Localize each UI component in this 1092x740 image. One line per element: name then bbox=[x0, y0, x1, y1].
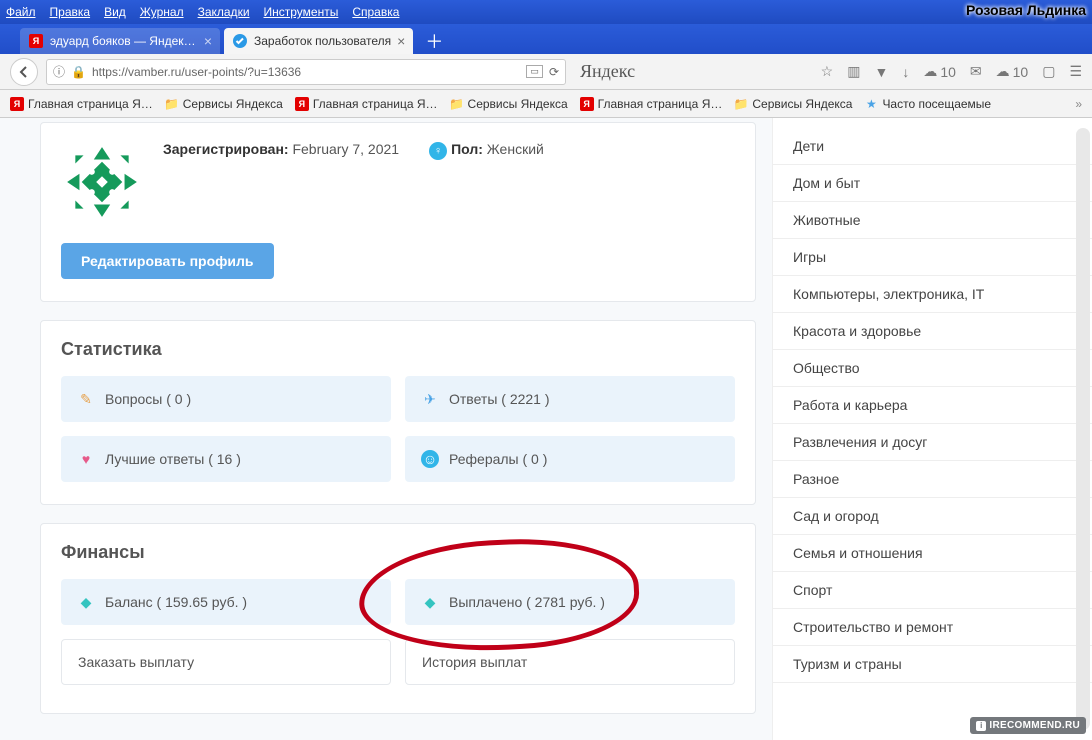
menu-view[interactable]: Вид bbox=[104, 5, 126, 19]
profile-card: Зарегистрирован: February 7, 2021 ♀Пол: … bbox=[40, 122, 756, 302]
heart-icon: ♥ bbox=[77, 450, 95, 468]
tab-vamber-earnings[interactable]: Заработок пользователя × bbox=[224, 28, 413, 54]
menu-bookmarks[interactable]: Закладки bbox=[198, 5, 250, 19]
close-icon[interactable]: × bbox=[204, 33, 212, 49]
folder-icon: 📁 bbox=[450, 97, 464, 111]
menu-help[interactable]: Справка bbox=[352, 5, 399, 19]
gender-label: Пол: bbox=[451, 141, 483, 157]
bookmark-star-icon[interactable]: ☆ bbox=[821, 63, 834, 80]
sidebar-item[interactable]: Сад и огород bbox=[773, 498, 1092, 535]
sidebar-item[interactable]: Красота и здоровье bbox=[773, 313, 1092, 350]
bookmark-item[interactable]: ЯГлавная страница Я… bbox=[10, 97, 153, 111]
cloud-counter-1[interactable]: ☁10 bbox=[923, 63, 956, 80]
bookmark-item[interactable]: ЯГлавная страница Я… bbox=[580, 97, 723, 111]
stat-answers[interactable]: ✈Ответы ( 2221 ) bbox=[405, 376, 735, 422]
sidebar-item[interactable]: Дети bbox=[773, 128, 1092, 165]
tab-strip: Я эдуард бояков — Яндекс: н… × Заработок… bbox=[0, 24, 1092, 54]
bookmark-item[interactable]: ★Часто посещаемые bbox=[864, 97, 991, 111]
bookmarks-bar: ЯГлавная страница Я… 📁Сервисы Яндекса ЯГ… bbox=[0, 90, 1092, 118]
finance-order-payout[interactable]: Заказать выплату bbox=[61, 639, 391, 685]
cloud-counter-2[interactable]: ☁10 bbox=[996, 63, 1029, 80]
search-engine-label[interactable]: Яндекс bbox=[580, 61, 635, 82]
question-icon: ✎ bbox=[77, 390, 95, 408]
library-icon[interactable]: ▥ bbox=[847, 63, 860, 80]
star-icon: ★ bbox=[864, 97, 878, 111]
hamburger-menu-icon[interactable]: ☰ bbox=[1069, 63, 1082, 80]
finance-balance[interactable]: ◆Баланс ( 159.65 руб. ) bbox=[61, 579, 391, 625]
yandex-icon: Я bbox=[295, 97, 309, 111]
tab-yandex-search[interactable]: Я эдуард бояков — Яндекс: н… × bbox=[20, 28, 220, 54]
sidebar-item[interactable]: Развлечения и досуг bbox=[773, 424, 1092, 461]
page-content: Зарегистрирован: February 7, 2021 ♀Пол: … bbox=[0, 118, 1092, 740]
mail-icon[interactable]: ✉ bbox=[970, 63, 982, 80]
pocket-icon[interactable]: ▼ bbox=[874, 64, 888, 80]
sidebar-item[interactable]: Работа и карьера bbox=[773, 387, 1092, 424]
close-icon[interactable]: × bbox=[397, 33, 405, 49]
finance-history[interactable]: История выплат bbox=[405, 639, 735, 685]
sidebar-item[interactable]: Строительство и ремонт bbox=[773, 609, 1092, 646]
downloads-icon[interactable]: ↓ bbox=[902, 64, 909, 80]
gender-value: Женский bbox=[487, 141, 544, 157]
sidebar-item[interactable]: Дом и быт bbox=[773, 165, 1092, 202]
tab-title: эдуард бояков — Яндекс: н… bbox=[50, 34, 198, 48]
sidebar-item[interactable]: Игры bbox=[773, 239, 1092, 276]
os-username-badge: Розовая Льдинка bbox=[966, 2, 1086, 18]
reader-icon[interactable]: ▭ bbox=[526, 65, 543, 78]
profile-meta: Зарегистрирован: February 7, 2021 ♀Пол: … bbox=[163, 141, 544, 223]
menu-edit[interactable]: Правка bbox=[50, 5, 91, 19]
back-button[interactable] bbox=[10, 58, 38, 86]
yandex-icon: Я bbox=[580, 97, 594, 111]
avatar bbox=[61, 141, 143, 223]
browser-toolbar: ⓘ 🔒 https://vamber.ru/user-points/?u=136… bbox=[0, 54, 1092, 90]
tab-title: Заработок пользователя bbox=[254, 34, 391, 48]
browser-menubar: Файл Правка Вид Журнал Закладки Инструме… bbox=[0, 0, 1092, 24]
lock-icon: 🔒 bbox=[71, 65, 86, 79]
url-text: https://vamber.ru/user-points/?u=13636 bbox=[92, 65, 520, 79]
menu-tools[interactable]: Инструменты bbox=[264, 5, 339, 19]
folder-icon: 📁 bbox=[165, 97, 179, 111]
diamond-icon: ◆ bbox=[77, 593, 95, 611]
registered-value: February 7, 2021 bbox=[292, 141, 399, 157]
sidebar-item[interactable]: Туризм и страны bbox=[773, 646, 1092, 683]
address-bar[interactable]: ⓘ 🔒 https://vamber.ru/user-points/?u=136… bbox=[46, 59, 566, 85]
statistics-heading: Статистика bbox=[61, 339, 735, 360]
sidebar-item[interactable]: Компьютеры, электроника, IT bbox=[773, 276, 1092, 313]
gender-icon: ♀ bbox=[429, 142, 447, 160]
folder-icon: 📁 bbox=[734, 97, 748, 111]
statistics-card: Статистика ✎Вопросы ( 0 ) ✈Ответы ( 2221… bbox=[40, 320, 756, 505]
yandex-icon: Я bbox=[10, 97, 24, 111]
stat-questions[interactable]: ✎Вопросы ( 0 ) bbox=[61, 376, 391, 422]
referrals-icon: ☺ bbox=[421, 450, 439, 468]
main-column: Зарегистрирован: February 7, 2021 ♀Пол: … bbox=[0, 118, 772, 740]
sidebar-item[interactable]: Спорт bbox=[773, 572, 1092, 609]
sidebar-item[interactable]: Семья и отношения bbox=[773, 535, 1092, 572]
bookmark-item[interactable]: 📁Сервисы Яндекса bbox=[165, 97, 283, 111]
extension-icon[interactable]: ▢ bbox=[1042, 63, 1055, 80]
finance-heading: Финансы bbox=[61, 542, 735, 563]
sidebar-item[interactable]: Разное bbox=[773, 461, 1092, 498]
registered-label: Зарегистрирован: bbox=[163, 141, 289, 157]
finance-paid[interactable]: ◆Выплачено ( 2781 руб. ) bbox=[405, 579, 735, 625]
answer-icon: ✈ bbox=[421, 390, 439, 408]
bookmarks-overflow-icon[interactable]: » bbox=[1075, 97, 1082, 111]
diamond-icon: ◆ bbox=[421, 593, 439, 611]
info-icon: ⓘ bbox=[53, 63, 65, 80]
bookmark-item[interactable]: 📁Сервисы Яндекса bbox=[450, 97, 568, 111]
sidebar-item[interactable]: Животные bbox=[773, 202, 1092, 239]
check-icon bbox=[232, 33, 248, 49]
bookmark-item[interactable]: 📁Сервисы Яндекса bbox=[734, 97, 852, 111]
new-tab-button[interactable]: ＋ bbox=[417, 28, 451, 54]
stat-best-answers[interactable]: ♥Лучшие ответы ( 16 ) bbox=[61, 436, 391, 482]
edit-profile-button[interactable]: Редактировать профиль bbox=[61, 243, 274, 279]
menu-history[interactable]: Журнал bbox=[140, 5, 184, 19]
sidebar: Дети Дом и быт Животные Игры Компьютеры,… bbox=[772, 118, 1092, 740]
sidebar-item[interactable]: Общество bbox=[773, 350, 1092, 387]
finance-card: Финансы ◆Баланс ( 159.65 руб. ) ◆Выплаче… bbox=[40, 523, 756, 714]
yandex-icon: Я bbox=[28, 33, 44, 49]
menu-file[interactable]: Файл bbox=[6, 5, 36, 19]
watermark: iIRECOMMEND.RU bbox=[970, 717, 1086, 734]
bookmark-item[interactable]: ЯГлавная страница Я… bbox=[295, 97, 438, 111]
stat-referrals[interactable]: ☺Рефералы ( 0 ) bbox=[405, 436, 735, 482]
reload-icon[interactable]: ⟳ bbox=[549, 65, 559, 79]
